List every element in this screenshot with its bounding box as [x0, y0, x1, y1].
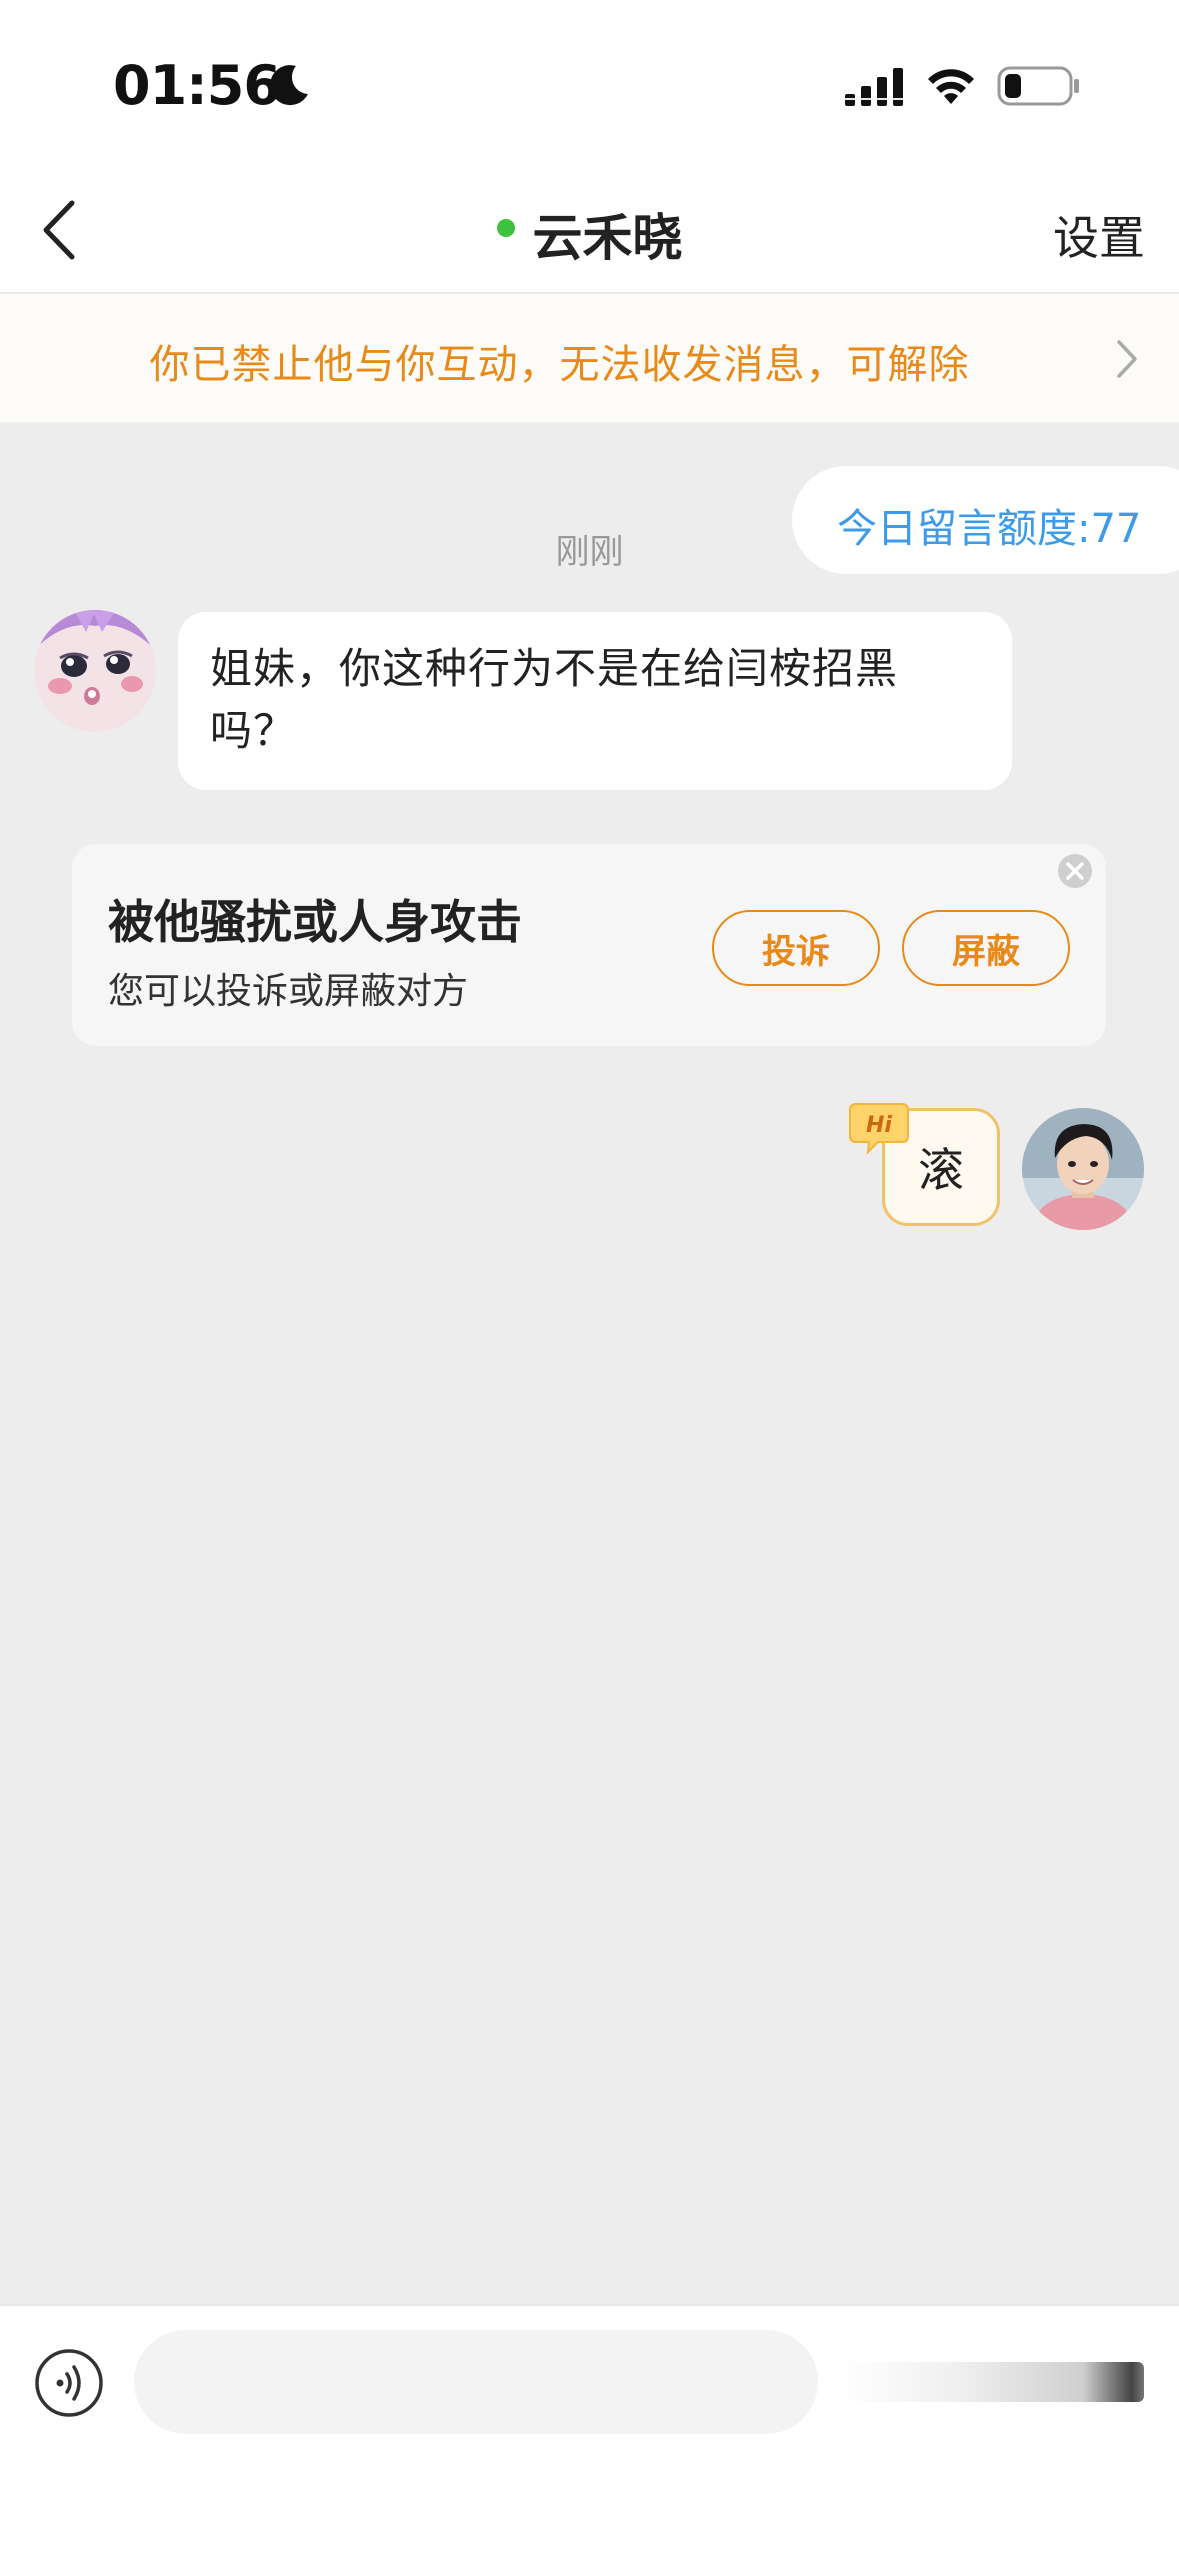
- online-status-dot: [496, 219, 515, 237]
- incoming-message-text: 姐妹，你这种行为不是在给闫桉招黑吗？: [210, 644, 899, 755]
- hi-badge-label: Hi: [866, 1113, 892, 1138]
- block-button[interactable]: 屏蔽: [902, 910, 1070, 986]
- harassment-card-title: 被他骚扰或人身攻击: [108, 895, 522, 949]
- report-button[interactable]: 投诉: [712, 910, 880, 986]
- wifi-icon: [928, 69, 974, 104]
- status-time: 01:56: [113, 54, 281, 117]
- harassment-card-subtitle: 您可以投诉或屏蔽对方: [108, 971, 469, 1012]
- my-avatar[interactable]: [1022, 1108, 1144, 1230]
- harassment-report-card: 被他骚扰或人身攻击 您可以投诉或屏蔽对方 投诉 屏蔽: [72, 844, 1106, 1046]
- cartoon-avatar-image: [34, 610, 156, 732]
- voice-input-icon[interactable]: [34, 2348, 104, 2418]
- chat-title-wrap: 云禾晓: [0, 198, 1179, 270]
- close-icon[interactable]: [1056, 852, 1094, 890]
- nav-bar: 云禾晓 设置: [0, 170, 1179, 294]
- hi-speech-badge-icon: Hi: [849, 1103, 909, 1155]
- chevron-right-icon: [1117, 340, 1137, 378]
- outgoing-message-text: 滚: [918, 1143, 964, 1197]
- block-notice-banner[interactable]: 你已禁止他与你互动，无法收发消息，可解除: [0, 294, 1179, 424]
- chat-title: 云禾晓: [532, 209, 683, 267]
- message-timestamp: 刚刚: [555, 532, 624, 572]
- incoming-message-bubble[interactable]: 姐妹，你这种行为不是在给闫桉招黑吗？: [178, 612, 1012, 790]
- settings-button[interactable]: 设置: [1053, 202, 1145, 268]
- status-bar: 01:56: [0, 0, 1179, 170]
- battery-icon: [997, 66, 1079, 106]
- moon-icon: [270, 65, 308, 106]
- block-notice-text: 你已禁止他与你互动，无法收发消息，可解除: [149, 342, 970, 388]
- sender-avatar[interactable]: [34, 610, 156, 732]
- profile-photo-image: [1022, 1108, 1144, 1230]
- chat-screen: 01:56 云禾晓 设置 你已禁止他与你互动，无法收发消息，可解除 今日留言额度…: [0, 0, 1179, 2556]
- send-area[interactable]: [840, 2362, 1144, 2402]
- input-bar: [0, 2304, 1179, 2556]
- cellular-signal-icon: [845, 68, 905, 106]
- message-input[interactable]: [134, 2330, 818, 2434]
